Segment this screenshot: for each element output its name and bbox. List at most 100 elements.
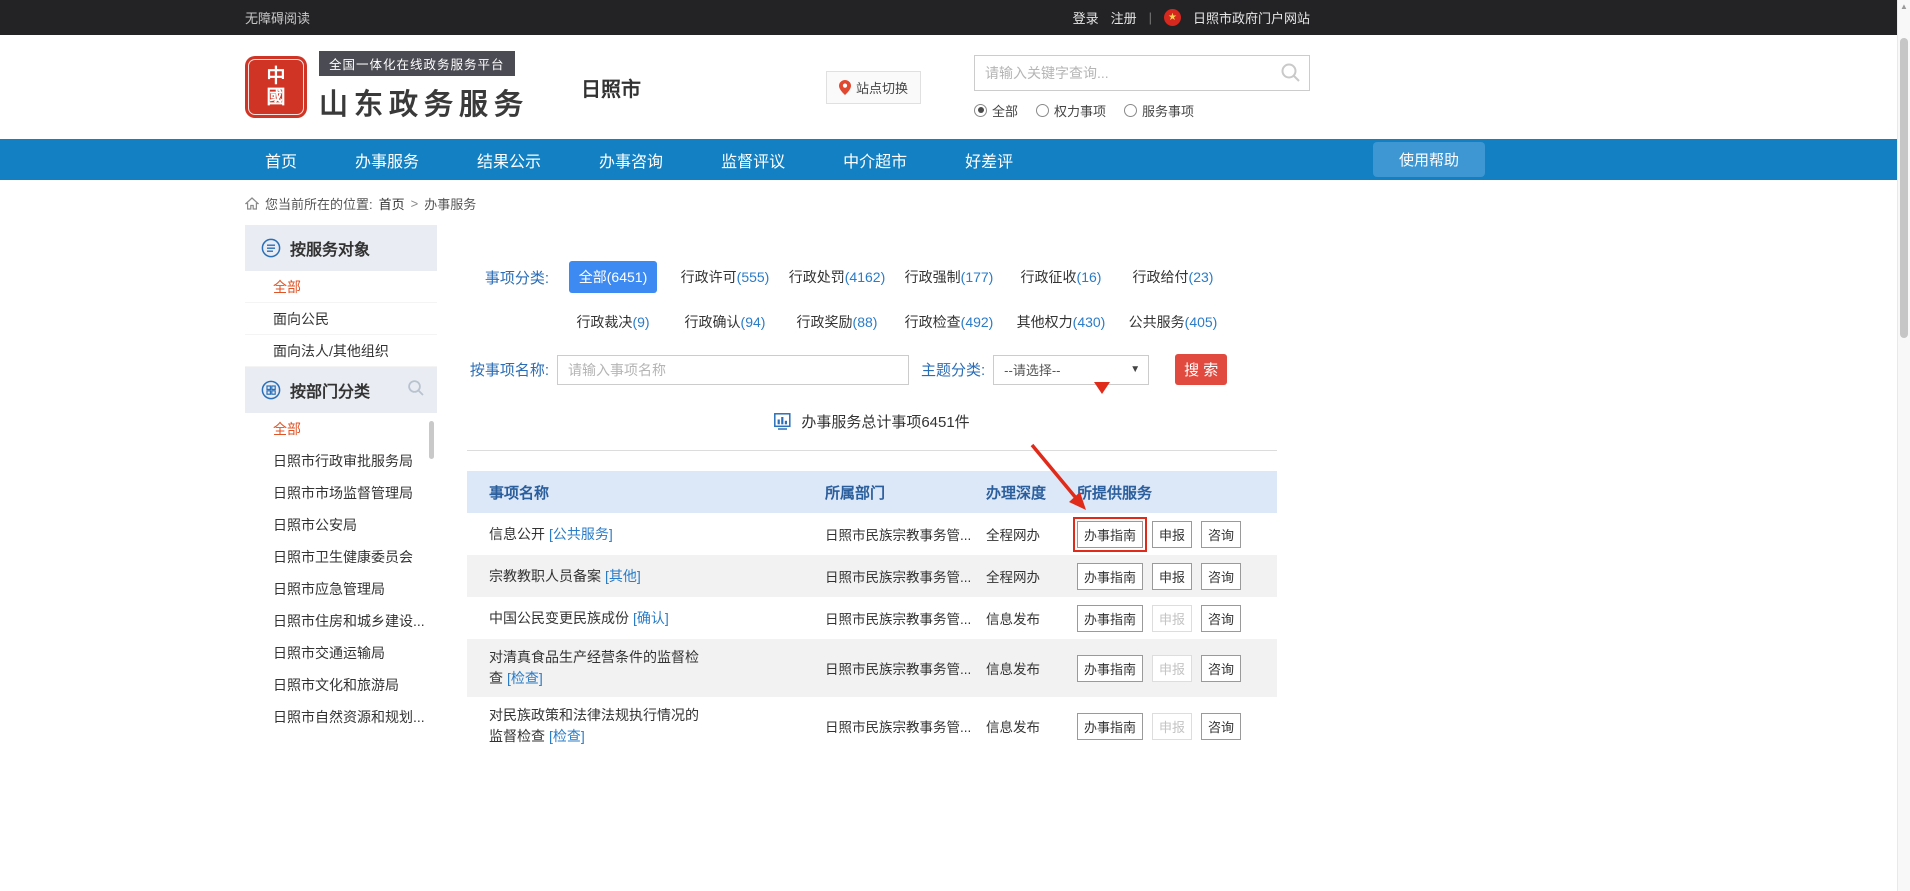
radio-service-icon[interactable] — [1124, 104, 1137, 117]
guide-button[interactable]: 办事指南 — [1077, 521, 1143, 548]
nav-consult[interactable]: 办事咨询 — [599, 148, 663, 172]
filter-licensing[interactable]: 行政许可(555) — [671, 261, 780, 293]
declare-button-disabled: 申报 — [1152, 655, 1192, 682]
page-scrollbar[interactable]: ▲ — [1897, 0, 1910, 891]
scrollbar-thumb[interactable] — [1900, 38, 1908, 338]
nav-results[interactable]: 结果公示 — [477, 148, 541, 172]
nav-supervision[interactable]: 监督评议 — [721, 148, 785, 172]
filter-all[interactable]: 全部(6451) — [569, 261, 657, 293]
filter-confirmation[interactable]: 行政确认(94) — [675, 306, 776, 338]
scope-option-all[interactable]: 全部 — [974, 101, 1018, 120]
filter-public-service[interactable]: 公共服务(405) — [1119, 306, 1228, 338]
consult-button[interactable]: 咨询 — [1201, 655, 1241, 682]
filter-reward[interactable]: 行政奖励(88) — [787, 306, 888, 338]
filter-category-label: 事项分类: — [467, 267, 557, 288]
national-emblem-icon: ★ — [1164, 9, 1181, 26]
department-list-scrollbar[interactable] — [429, 421, 434, 459]
top-utility-bar: 无障碍阅读 登录 注册 | ★ 日照市政府门户网站 — [0, 0, 1910, 35]
register-link[interactable]: 注册 — [1111, 8, 1137, 27]
filter-adjudication[interactable]: 行政裁决(9) — [566, 306, 659, 338]
table-header-row: 事项名称 所属部门 办理深度 所提供服务 — [467, 471, 1277, 513]
site-switch-button[interactable]: 站点切换 — [826, 71, 921, 104]
col-item-name: 事项名称 — [467, 482, 817, 503]
department-item[interactable]: 日照市交通运输局 — [245, 637, 437, 669]
scope-option-service[interactable]: 服务事项 — [1124, 101, 1194, 120]
sidebar: 按服务对象 全部 面向公民 面向法人/其他组织 按部门分类 全部 日照市行政审批… — [245, 225, 437, 733]
guide-button[interactable]: 办事指南 — [1077, 563, 1143, 590]
summary-row: 办事服务总计事项6451件 — [467, 411, 1277, 432]
scrollbar-up-icon[interactable]: ▲ — [1898, 2, 1910, 11]
guide-button[interactable]: 办事指南 — [1077, 713, 1143, 740]
col-services: 所提供服务 — [1072, 482, 1277, 503]
table-row: 对清真食品生产经营条件的监督检查[检查] 日照市民族宗教事务管... 信息发布 … — [467, 639, 1277, 697]
sidebar-item-all-objects[interactable]: 全部 — [245, 271, 437, 303]
guide-button[interactable]: 办事指南 — [1077, 605, 1143, 632]
nav-rating[interactable]: 好差评 — [965, 148, 1013, 172]
nav-home[interactable]: 首页 — [265, 148, 297, 172]
col-department: 所属部门 — [817, 482, 982, 503]
accessibility-link[interactable]: 无障碍阅读 — [245, 8, 310, 27]
tag-link[interactable]: [确认] — [633, 610, 669, 626]
portal-link[interactable]: 日照市政府门户网站 — [1193, 8, 1310, 27]
consult-button[interactable]: 咨询 — [1201, 563, 1241, 590]
consult-button[interactable]: 咨询 — [1201, 605, 1241, 632]
department-item[interactable]: 日照市卫生健康委员会 — [245, 541, 437, 573]
consult-button[interactable]: 咨询 — [1201, 713, 1241, 740]
filter-row-1: 全部(6451) 行政许可(555) 行政处罚(4162) 行政强制(177) … — [557, 261, 1229, 293]
home-icon — [245, 197, 259, 210]
login-link[interactable]: 登录 — [1073, 8, 1099, 27]
department-item[interactable]: 日照市自然资源和规划... — [245, 701, 437, 733]
nav-services[interactable]: 办事服务 — [355, 148, 419, 172]
search-scope-group: 全部 权力事项 服务事项 — [974, 101, 1310, 120]
platform-badge: 全国一体化在线政务服务平台 — [319, 51, 515, 76]
bar-chart-icon — [774, 413, 793, 430]
department-item[interactable]: 日照市市场监督管理局 — [245, 477, 437, 509]
filter-payment[interactable]: 行政给付(23) — [1123, 261, 1224, 293]
department-search-icon[interactable] — [407, 379, 425, 402]
filter-inspection[interactable]: 行政检查(492) — [895, 306, 1004, 338]
filter-punishment[interactable]: 行政处罚(4162) — [779, 261, 895, 293]
sidebar-item-legal-persons[interactable]: 面向法人/其他组织 — [245, 335, 437, 367]
grid-circle-icon — [261, 380, 281, 400]
tag-link[interactable]: [检查] — [507, 670, 543, 686]
department-item-all[interactable]: 全部 — [245, 413, 437, 445]
help-button[interactable]: 使用帮助 — [1373, 142, 1485, 177]
filter-other-power[interactable]: 其他权力(430) — [1007, 306, 1116, 338]
search-icon[interactable] — [1280, 62, 1302, 89]
breadcrumb-home[interactable]: 首页 — [379, 194, 405, 213]
filter-coercion[interactable]: 行政强制(177) — [895, 261, 1004, 293]
search-button[interactable]: 搜 索 — [1175, 354, 1227, 385]
declare-button[interactable]: 申报 — [1152, 563, 1192, 590]
nav-intermediary[interactable]: 中介超市 — [843, 148, 907, 172]
radio-power-icon[interactable] — [1036, 104, 1049, 117]
department-list: 全部 日照市行政审批服务局 日照市市场监督管理局 日照市公安局 日照市卫生健康委… — [245, 413, 437, 733]
table-row: 对民族政策和法律法规执行情况的监督检查[检查] 日照市民族宗教事务管... 信息… — [467, 697, 1277, 755]
breadcrumb: 您当前所在的位置: 首页 > 办事服务 — [245, 194, 1277, 213]
site-header: 中 國 全国一体化在线政务服务平台 山东政务服务 日照市 站点切换 — [0, 35, 1910, 139]
topic-select[interactable]: --请选择-- ▼ — [993, 355, 1149, 385]
tag-link[interactable]: [其他] — [605, 568, 641, 584]
items-table: 事项名称 所属部门 办理深度 所提供服务 信息公开[公共服务] 日照市民族宗教事… — [467, 471, 1277, 755]
scope-option-power[interactable]: 权力事项 — [1036, 101, 1106, 120]
radio-all-icon[interactable] — [974, 104, 987, 117]
department-item[interactable]: 日照市应急管理局 — [245, 573, 437, 605]
main-panel: 事项分类: 全部(6451) 行政许可(555) 行政处罚(4162) 行政强制… — [467, 225, 1277, 755]
tag-link[interactable]: [公共服务] — [549, 526, 613, 542]
department-item[interactable]: 日照市公安局 — [245, 509, 437, 541]
guide-button[interactable]: 办事指南 — [1077, 655, 1143, 682]
sidebar-item-citizens[interactable]: 面向公民 — [245, 303, 437, 335]
breadcrumb-prefix: 您当前所在的位置: — [265, 194, 373, 213]
declare-button-disabled: 申报 — [1152, 605, 1192, 632]
col-depth: 办理深度 — [982, 482, 1072, 503]
department-item[interactable]: 日照市住房和城乡建设... — [245, 605, 437, 637]
item-name-input[interactable] — [557, 355, 909, 385]
department-item[interactable]: 日照市文化和旅游局 — [245, 669, 437, 701]
tag-link[interactable]: [检查] — [549, 728, 585, 744]
main-nav: 首页 办事服务 结果公示 办事咨询 监督评议 中介超市 好差评 使用帮助 — [0, 139, 1910, 180]
item-name-label: 按事项名称: — [467, 359, 557, 380]
declare-button[interactable]: 申报 — [1152, 521, 1192, 548]
keyword-search-input[interactable] — [974, 55, 1310, 91]
filter-collection[interactable]: 行政征收(16) — [1011, 261, 1112, 293]
consult-button[interactable]: 咨询 — [1201, 521, 1241, 548]
department-item[interactable]: 日照市行政审批服务局 — [245, 445, 437, 477]
